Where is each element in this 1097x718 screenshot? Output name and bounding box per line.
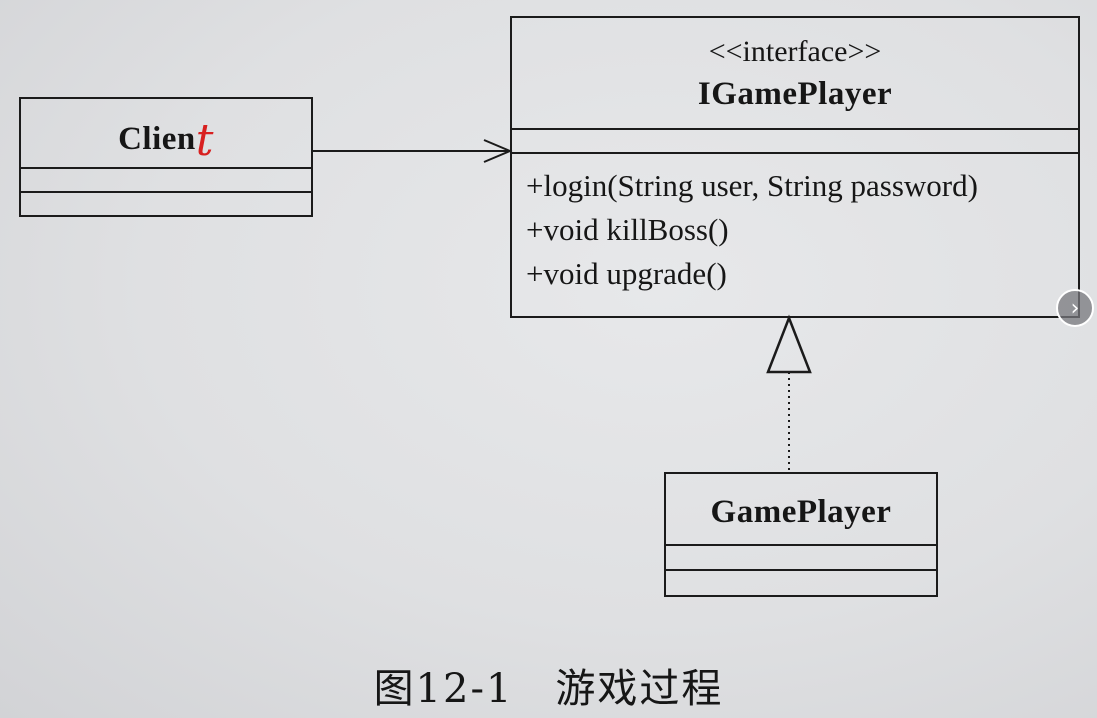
interface-methods-compartment: +login(String user, String password) +vo… — [512, 152, 1078, 296]
uml-diagram: Client <<interface>> IGamePlayer +login(… — [0, 0, 1097, 718]
chevron-right-icon: › — [1070, 295, 1080, 321]
client-class-box: Client — [19, 97, 313, 217]
interface-stereotype: <<interface>> — [708, 35, 882, 68]
realization-triangle — [766, 314, 812, 374]
gameplayer-class-name: GamePlayer — [710, 494, 892, 530]
client-attributes-compartment — [21, 167, 311, 191]
method-upgrade: +void upgrade() — [526, 256, 727, 291]
interface-header: <<interface>> IGamePlayer — [512, 18, 1078, 128]
interface-class-box: <<interface>> IGamePlayer +login(String … — [510, 16, 1080, 318]
figure-caption: 图12-1 游戏过程 — [373, 666, 724, 712]
interface-attributes-compartment — [512, 128, 1078, 152]
interface-class-name: IGamePlayer — [697, 76, 893, 112]
gameplayer-methods-compartment — [666, 569, 936, 595]
client-methods-compartment — [21, 191, 311, 215]
client-class-name: Client — [21, 99, 311, 167]
gameplayer-class-box: GamePlayer — [664, 472, 938, 597]
next-page-button[interactable]: › — [1056, 289, 1094, 327]
method-kill-boss: +void killBoss() — [526, 212, 729, 247]
method-login: +login(String user, String password) — [526, 168, 978, 203]
client-name-printed: Clien — [118, 121, 196, 157]
gameplayer-attributes-compartment — [666, 544, 936, 569]
client-handwritten-letter: t — [195, 115, 214, 166]
